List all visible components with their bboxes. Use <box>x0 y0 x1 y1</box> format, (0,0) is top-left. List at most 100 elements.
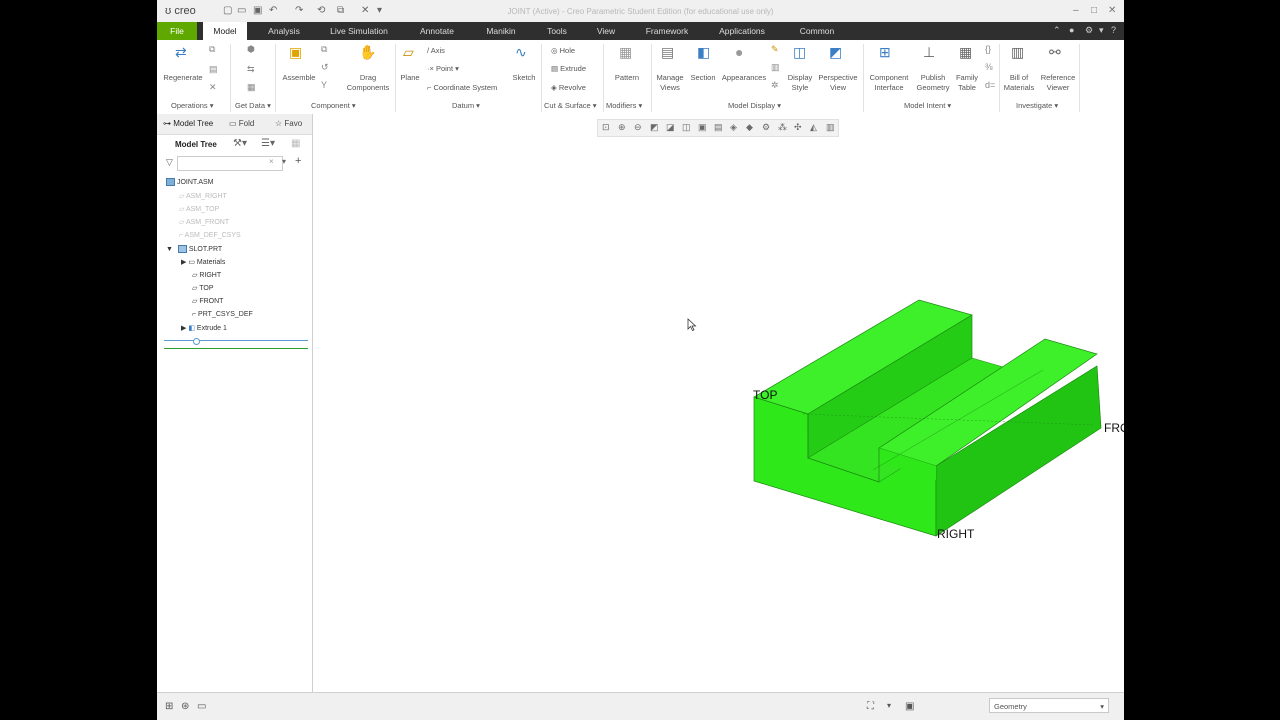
selection-buffer-icon[interactable]: ▣ <box>905 701 914 712</box>
zoom-out-icon[interactable]: ⊖ <box>634 122 642 133</box>
search-options-icon[interactable]: ▾ <box>282 157 286 166</box>
section-view-icon[interactable]: ◈ <box>730 122 737 133</box>
display-style-button[interactable]: Display Style <box>783 73 817 93</box>
selection-filter-select[interactable]: Geometry ▾ <box>989 698 1109 713</box>
expand-icon[interactable]: ▶ <box>181 259 186 266</box>
perspective-view-icon[interactable]: ◩ <box>829 44 842 61</box>
options-icon[interactable]: ▾ <box>1099 25 1104 36</box>
tree-item-materials[interactable]: ▶ ▭ Materials <box>181 257 225 269</box>
group-modifiers[interactable]: Modifiers ▾ <box>606 101 642 110</box>
tab-folder-browser[interactable]: ▭ Fold <box>229 119 254 128</box>
tab-favorites[interactable]: ☆ Favo <box>275 119 302 128</box>
slot-part-model[interactable] <box>743 290 1123 590</box>
tab-tools[interactable]: Tools <box>541 22 573 40</box>
copy-icon[interactable]: ⧉ <box>209 44 215 55</box>
pattern-button[interactable]: Pattern <box>609 73 645 83</box>
find-icon[interactable]: ⛶ <box>867 701 874 712</box>
switch-dimensions-icon[interactable]: ⅜ <box>985 62 993 72</box>
collapse-icon[interactable]: ▼ <box>166 246 173 253</box>
add-search-icon[interactable]: + <box>295 155 301 167</box>
group-component[interactable]: Component ▾ <box>311 101 356 110</box>
maximize-icon[interactable]: □ <box>1091 5 1097 16</box>
filter-icon[interactable]: ▽ <box>166 157 173 168</box>
group-cut-surface[interactable]: Cut & Surface ▾ <box>544 101 597 110</box>
tab-manikin[interactable]: Manikin <box>479 22 523 40</box>
render-icon[interactable]: ✲ <box>771 80 779 91</box>
sketch-button[interactable]: Sketch <box>509 73 539 83</box>
assemble-icon[interactable]: ▣ <box>289 44 302 61</box>
show-browser-icon[interactable]: ⊛ <box>181 701 189 712</box>
drag-components-button[interactable]: Drag Components <box>341 73 395 93</box>
tree-item-slot-prt[interactable]: ▼ SLOT.PRT <box>166 244 222 256</box>
mechanism-icon[interactable]: Y <box>321 80 327 90</box>
repeat-icon[interactable]: ↺ <box>321 62 329 73</box>
relations-icon[interactable]: {} <box>985 44 991 54</box>
tab-annotate[interactable]: Annotate <box>413 22 461 40</box>
tree-search-input[interactable] <box>177 156 283 171</box>
point-button[interactable]: ·× Point ▾ <box>427 64 459 73</box>
saved-orientations-icon[interactable]: ◫ <box>682 122 691 133</box>
plane-icon[interactable]: ▱ <box>403 44 414 61</box>
component-interface-icon[interactable]: ⊞ <box>879 44 891 61</box>
tree-item-right[interactable]: ▱ RIGHT <box>192 270 221 282</box>
tree-item-prt-csys-def[interactable]: ⌐ PRT_CSYS_DEF <box>192 309 253 321</box>
collapse-ribbon-icon[interactable]: ⌃ <box>1053 25 1061 36</box>
tree-item-extrude-1[interactable]: ▶ ◧ Extrude 1 <box>181 323 227 335</box>
tree-item-asm-front[interactable]: ▱ ASM_FRONT <box>179 217 229 229</box>
tree-filters-icon[interactable]: ☰▾ <box>261 138 275 149</box>
spin-center-icon[interactable]: ✣ <box>794 122 802 133</box>
clear-search-icon[interactable]: × <box>269 157 274 166</box>
group-model-intent[interactable]: Model Intent ▾ <box>904 101 951 110</box>
drag-components-icon[interactable]: ✋ <box>359 44 376 61</box>
assemble-button[interactable]: Assemble <box>277 73 321 83</box>
tab-analysis[interactable]: Analysis <box>261 22 307 40</box>
reference-viewer-icon[interactable]: ⚯ <box>1049 44 1061 61</box>
datum-label-right[interactable]: RIGHT <box>937 527 974 541</box>
hole-button[interactable]: ◎ Hole <box>551 46 575 55</box>
tab-model-tree[interactable]: ⊶ Model Tree <box>163 119 213 128</box>
stop-regen-icon[interactable]: ▥ <box>826 122 835 133</box>
manage-views-icon[interactable]: ▤ <box>661 44 674 61</box>
tree-item-asm-right[interactable]: ▱ ASM_RIGHT <box>179 191 227 203</box>
copy-geometry-icon[interactable]: ⇆ <box>247 64 255 75</box>
axis-button[interactable]: / Axis <box>427 46 445 55</box>
repaint-icon[interactable]: ◩ <box>650 122 659 133</box>
display-style-icon[interactable]: ◫ <box>793 44 806 61</box>
graphics-window[interactable]: ⊡ ⊕ ⊖ ◩ ◪ ◫ ▣ ▤ ◈ ◆ ⚙ ⁂ ✣ ◭ ▥ TOP FR RIG… <box>313 114 1124 692</box>
section-icon[interactable]: ◧ <box>697 44 710 61</box>
annotations-icon[interactable]: ◭ <box>810 122 817 133</box>
plane-button[interactable]: Plane <box>397 73 423 83</box>
tab-view[interactable]: View <box>591 22 621 40</box>
minimize-icon[interactable]: – <box>1073 5 1079 16</box>
tree-item-front[interactable]: ▱ FRONT <box>192 296 223 308</box>
manage-views-button[interactable]: Manage Views <box>653 73 687 93</box>
appearances-icon[interactable]: ● <box>735 44 743 60</box>
datum-label-front[interactable]: FRONT <box>1104 421 1124 435</box>
tab-applications[interactable]: Applications <box>713 22 771 40</box>
tab-file[interactable]: File <box>157 22 197 40</box>
bill-of-materials-button[interactable]: Bill of Materials <box>1001 73 1037 93</box>
settings-icon[interactable]: ⚙ <box>1085 25 1093 36</box>
tree-item-asm-def-csys[interactable]: ⌐ ASM_DEF_CSYS <box>179 230 241 242</box>
help-icon[interactable]: ? <box>1111 25 1116 35</box>
tab-framework[interactable]: Framework <box>639 22 695 40</box>
tree-item-asm-top[interactable]: ▱ ASM_TOP <box>179 204 219 216</box>
pattern-icon[interactable]: ▦ <box>619 44 632 61</box>
tree-settings-icon[interactable]: ⚒▾ <box>233 138 247 149</box>
group-model-display[interactable]: Model Display ▾ <box>728 101 781 110</box>
revolve-button[interactable]: ◈ Revolve <box>551 83 586 92</box>
close-icon[interactable]: ✕ <box>1108 5 1116 16</box>
publish-geometry-button[interactable]: Publish Geometry <box>911 73 955 93</box>
family-table-button[interactable]: Family Table <box>953 73 981 93</box>
user-defined-feature-icon[interactable]: ⬢ <box>247 44 255 55</box>
refit-icon[interactable]: ⊡ <box>602 122 610 133</box>
tab-common[interactable]: Common <box>793 22 841 40</box>
expand-icon[interactable]: ▶ <box>181 325 186 332</box>
full-screen-icon[interactable]: ▭ <box>197 701 206 712</box>
perspective-icon[interactable]: ▤ <box>714 122 723 133</box>
component-interface-button[interactable]: Component Interface <box>865 73 913 93</box>
regenerate-icon[interactable]: ⇄ <box>175 44 187 61</box>
bill-of-materials-icon[interactable]: ▥ <box>1011 44 1024 61</box>
insert-indicator-handle[interactable] <box>193 338 200 345</box>
edit-icon[interactable]: ✎ <box>771 44 779 55</box>
